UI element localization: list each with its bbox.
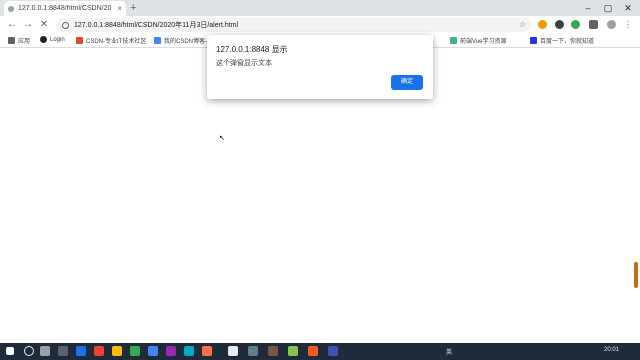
chrome-taskbar-icon[interactable] [228, 346, 238, 356]
taskbar-app-icon-12[interactable] [288, 346, 298, 356]
vue-icon [450, 37, 457, 44]
taskbar-app-icon-13[interactable] [308, 346, 318, 356]
extension-icon-gray[interactable] [589, 20, 598, 29]
apps-grid-icon [8, 37, 15, 44]
alert-dialog: 127.0.0.1:8848 显示 这个弹窗显示文本 确定 [207, 35, 433, 99]
globe-icon [40, 36, 47, 43]
bookmark-vue[interactable]: 前端Vue学习资源 [450, 36, 506, 45]
taskbar-app-icon-14[interactable] [328, 346, 338, 356]
url-text: 127.0.0.1:8848/html/CSDN/2020年11月3日/aler… [74, 22, 239, 29]
back-icon[interactable]: ← [4, 17, 20, 33]
tab-active[interactable]: 127.0.0.1:8848/html/CSDN/20 × [4, 1, 126, 16]
bookmark-star-icon[interactable]: ☆ [519, 21, 526, 29]
taskbar-app-icon-10[interactable] [248, 346, 258, 356]
extension-icon-dark[interactable] [555, 20, 564, 29]
taskbar-app-icon-4[interactable] [112, 346, 122, 356]
mouse-cursor-icon: ↖ [219, 135, 225, 142]
bookmark-apps[interactable]: 应用 [8, 36, 30, 45]
taskbar-app-icon-3[interactable] [94, 346, 104, 356]
clock[interactable]: 20:01 [604, 347, 619, 353]
taskbar-app-icon-6[interactable] [148, 346, 158, 356]
profile-avatar[interactable] [607, 20, 616, 29]
stop-loading-icon[interactable]: ✕ [36, 17, 52, 33]
alert-message: 这个弹窗显示文本 [216, 60, 272, 67]
baidu-icon [530, 37, 537, 44]
minimize-button[interactable]: – [578, 0, 598, 16]
extension-icon-orange[interactable] [538, 20, 547, 29]
address-bar[interactable]: 127.0.0.1:8848/html/CSDN/2020年11月3日/aler… [56, 18, 532, 32]
search-icon[interactable] [24, 346, 34, 356]
language-indicator[interactable]: 英 [446, 347, 452, 356]
tab-strip: 127.0.0.1:8848/html/CSDN/20 × + – ▢ ✕ [0, 0, 640, 16]
menu-icon[interactable]: ⋮ [624, 20, 632, 29]
bookmark-icon [154, 37, 161, 44]
extension-icon-green[interactable] [571, 20, 580, 29]
taskbar-app-icon-9[interactable] [202, 346, 212, 356]
taskbar-app-icon-7[interactable] [166, 346, 176, 356]
forward-icon[interactable]: → [20, 17, 36, 33]
taskbar: 英 20:01 [0, 343, 640, 360]
bookmark-login[interactable]: Login [40, 36, 65, 43]
maximize-button[interactable]: ▢ [598, 0, 618, 16]
bookmark-csdn[interactable]: CSDN-专业IT技术社区 [76, 36, 146, 45]
info-icon[interactable] [62, 21, 69, 29]
ok-button[interactable]: 确定 [391, 75, 423, 90]
bookmark-baidu[interactable]: 百度一下，你就知道 [530, 36, 594, 45]
alert-title: 127.0.0.1:8848 显示 [216, 45, 288, 54]
taskbar-app-icon-5[interactable] [130, 346, 140, 356]
csdn-icon [76, 37, 83, 44]
taskbar-app-icon-1[interactable] [58, 346, 68, 356]
taskbar-app-icon-11[interactable] [268, 346, 278, 356]
taskbar-app-icon-2[interactable] [76, 346, 86, 356]
tab-title: 127.0.0.1:8848/html/CSDN/20 [18, 5, 112, 12]
page-icon [8, 5, 14, 12]
task-view-icon[interactable] [40, 346, 50, 356]
scrollbar-thumb[interactable] [634, 262, 638, 288]
start-icon[interactable] [6, 347, 14, 355]
tab-close-icon[interactable]: × [117, 4, 122, 13]
taskbar-app-icon-8[interactable] [184, 346, 194, 356]
new-tab-button[interactable]: + [130, 0, 136, 16]
window-close-button[interactable]: ✕ [618, 0, 638, 16]
